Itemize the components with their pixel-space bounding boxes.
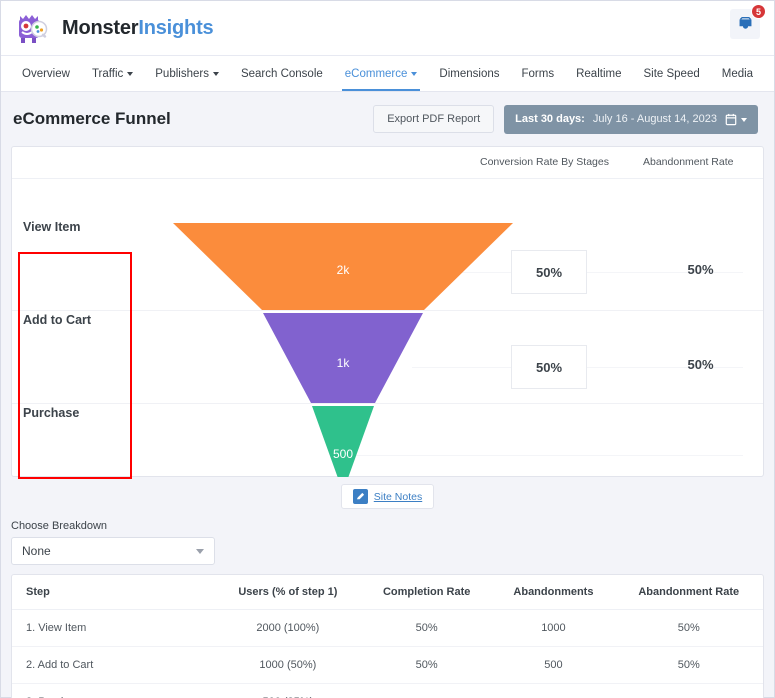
brand-text: MonsterInsights (62, 17, 213, 40)
column-header-abandonments: Abandonments (492, 575, 614, 610)
breakdown-selected-value: None (22, 544, 51, 558)
cell-abandonment-rate: 50% (614, 647, 763, 684)
column-header-abandonment-rate: Abandonment Rate (614, 575, 763, 610)
nav-label: Overview (22, 68, 70, 80)
cell-abandonments: 1000 (492, 610, 614, 647)
cell-step: 1. View Item (12, 610, 215, 647)
cell-abandonment-rate: -- (614, 684, 763, 698)
chevron-down-icon (213, 72, 219, 76)
nav-label: Traffic (92, 68, 123, 80)
site-notes-label: Site Notes (374, 491, 422, 503)
cell-users: 2000 (100%) (215, 610, 361, 647)
table-body: 1. View Item 2000 (100%) 50% 1000 50% 2.… (12, 610, 763, 698)
nav-label: Realtime (576, 68, 621, 80)
table-row: 2. Add to Cart 1000 (50%) 50% 500 50% (12, 647, 763, 684)
nav-item-search-console[interactable]: Search Console (230, 56, 334, 91)
nav-label: Media (722, 68, 753, 80)
table-row: 1. View Item 2000 (100%) 50% 1000 50% (12, 610, 763, 647)
nav-item-publishers[interactable]: Publishers (144, 56, 230, 91)
inbox-icon (737, 16, 754, 33)
funnel-body: View Item Add to Cart Purchase 2k 1k 500… (12, 179, 763, 477)
app-window: MonsterInsights 5 Overview Traffic Publi… (0, 0, 775, 698)
breakdown-label: Choose Breakdown (11, 520, 764, 532)
brand-text-primary: Monster (62, 17, 138, 39)
funnel-steps-table-card: Step Users (% of step 1) Completion Rate… (11, 574, 764, 698)
funnel-column-headers: Conversion Rate By Stages Abandonment Ra… (12, 147, 763, 179)
date-range-prefix: Last 30 days: (515, 113, 585, 125)
conversion-rate-column-header: Conversion Rate By Stages (480, 156, 609, 168)
conversion-rate-box-1: 50% (511, 250, 587, 294)
funnel-chart-card: Conversion Rate By Stages Abandonment Ra… (11, 146, 764, 477)
export-pdf-report-button[interactable]: Export PDF Report (373, 105, 494, 133)
funnel-segment-purchase (312, 406, 374, 477)
cell-users: 1000 (50%) (215, 647, 361, 684)
cell-completion-rate: 50% (361, 610, 492, 647)
monster-mascot-icon (13, 9, 51, 47)
page-title: eCommerce Funnel (13, 109, 171, 129)
nav-item-realtime[interactable]: Realtime (565, 56, 632, 91)
conversion-rate-box-2: 50% (511, 345, 587, 389)
funnel-steps-table: Step Users (% of step 1) Completion Rate… (12, 575, 763, 698)
cell-abandonments: -- (492, 684, 614, 698)
chevron-down-icon (127, 72, 133, 76)
abandonment-rate-value-2: 50% (643, 357, 758, 372)
header-actions: Export PDF Report Last 30 days: July 16 … (373, 105, 758, 134)
chevron-down-icon (741, 118, 747, 122)
cell-users: 500 (25%) (215, 684, 361, 698)
nav-label: Dimensions (439, 68, 499, 80)
calendar-icon (725, 113, 747, 126)
funnel-value-purchase: 500 (312, 447, 374, 461)
nav-item-dimensions[interactable]: Dimensions (428, 56, 510, 91)
nav-item-ecommerce[interactable]: eCommerce (334, 56, 429, 91)
brand-text-secondary: Insights (138, 17, 213, 39)
date-range-value: July 16 - August 14, 2023 (593, 113, 717, 125)
funnel-value-add-to-cart: 1k (263, 356, 423, 370)
nav-label: Forms (522, 68, 555, 80)
nav-item-site-speed[interactable]: Site Speed (632, 56, 710, 91)
nav-item-traffic[interactable]: Traffic (81, 56, 144, 91)
notification-badge: 5 (751, 4, 766, 19)
main-navigation: Overview Traffic Publishers Search Conso… (1, 56, 774, 92)
nav-label: Publishers (155, 68, 209, 80)
cell-abandonment-rate: 50% (614, 610, 763, 647)
breakdown-select[interactable]: None (11, 537, 215, 565)
nav-label: Site Speed (643, 68, 699, 80)
page-header: eCommerce Funnel Export PDF Report Last … (1, 92, 774, 146)
brand-logo[interactable]: MonsterInsights (13, 9, 213, 47)
column-header-completion-rate: Completion Rate (361, 575, 492, 610)
cell-completion-rate: -- (361, 684, 492, 698)
column-header-step: Step (12, 575, 215, 610)
chevron-down-icon (411, 72, 417, 76)
nav-item-overview[interactable]: Overview (11, 56, 81, 91)
nav-label: Search Console (241, 68, 323, 80)
nav-label: eCommerce (345, 68, 408, 80)
cell-step: 3. Purchase (12, 684, 215, 698)
site-notes-wrapper: Site Notes (1, 484, 774, 509)
cell-abandonments: 500 (492, 647, 614, 684)
funnel-value-view-item: 2k (173, 263, 513, 277)
date-range-selector[interactable]: Last 30 days: July 16 - August 14, 2023 (504, 105, 758, 134)
nav-item-media[interactable]: Media (711, 56, 764, 91)
table-row: 3. Purchase 500 (25%) -- -- -- (12, 684, 763, 698)
column-header-users: Users (% of step 1) (215, 575, 361, 610)
cell-step: 2. Add to Cart (12, 647, 215, 684)
cell-completion-rate: 50% (361, 647, 492, 684)
table-header: Step Users (% of step 1) Completion Rate… (12, 575, 763, 610)
table-header-row: Step Users (% of step 1) Completion Rate… (12, 575, 763, 610)
notifications-button[interactable]: 5 (730, 9, 760, 39)
nav-item-forms[interactable]: Forms (511, 56, 566, 91)
funnel-chart-graphic (12, 179, 775, 477)
chevron-down-icon (196, 549, 204, 554)
site-notes-button[interactable]: Site Notes (341, 484, 434, 509)
abandonment-rate-column-header: Abandonment Rate (643, 156, 733, 168)
abandonment-rate-value-1: 50% (643, 262, 758, 277)
breakdown-section: Choose Breakdown None (11, 520, 764, 565)
pencil-note-icon (353, 489, 368, 504)
top-bar: MonsterInsights 5 (1, 1, 774, 56)
